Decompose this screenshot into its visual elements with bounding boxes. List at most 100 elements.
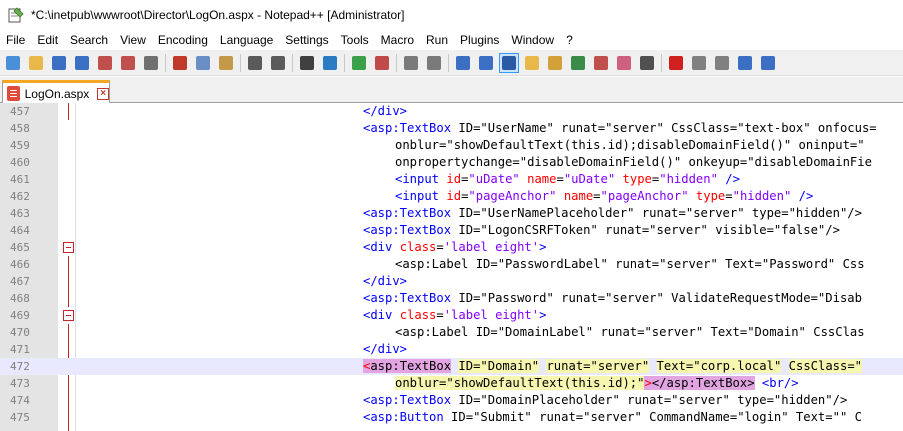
line-number: 475 bbox=[10, 411, 30, 424]
menu-search[interactable]: Search bbox=[64, 30, 114, 50]
print-icon bbox=[144, 55, 158, 70]
record-macro-icon bbox=[669, 55, 683, 70]
open-file-button[interactable] bbox=[26, 53, 46, 73]
record-macro-button[interactable] bbox=[666, 53, 686, 73]
menu-edit[interactable]: Edit bbox=[31, 30, 64, 50]
menu-macro[interactable]: Macro bbox=[375, 30, 420, 50]
undo-button[interactable] bbox=[245, 53, 265, 73]
sync-horizontal-button[interactable] bbox=[424, 53, 444, 73]
code-token: ID="Password" runat="server" ValidateReq… bbox=[451, 291, 862, 305]
menu-window[interactable]: Window bbox=[505, 30, 560, 50]
window-title: *C:\inetpub\wwwroot\Director\LogOn.aspx … bbox=[31, 8, 405, 22]
fold-toggle-icon[interactable] bbox=[63, 310, 74, 321]
menu-plugins[interactable]: Plugins bbox=[454, 30, 505, 50]
code-line[interactable]: 475 <asp:Button ID="Submit" runat="server… bbox=[0, 409, 903, 426]
line-number: 460 bbox=[10, 156, 30, 169]
code-token: <br/> bbox=[761, 376, 799, 390]
code-token: onblur="showDefaultText(this.id);" bbox=[395, 376, 645, 390]
monitoring-button[interactable] bbox=[614, 53, 634, 73]
code-text: <asp:Button ID="Submit" runat="server" C… bbox=[363, 409, 862, 426]
fold-toggle-icon[interactable] bbox=[63, 242, 74, 253]
menu-encoding[interactable]: Encoding bbox=[152, 30, 214, 50]
code-line[interactable]: 458 <asp:TextBox ID="UserName" runat="ser… bbox=[0, 120, 903, 137]
copy-button[interactable] bbox=[193, 53, 213, 73]
zoom-in-button[interactable] bbox=[349, 53, 369, 73]
code-token: <asp:TextBox bbox=[363, 393, 452, 407]
code-line[interactable]: 457 </div> bbox=[0, 103, 903, 120]
line-number: 469 bbox=[10, 309, 30, 322]
code-line[interactable]: 469 <div class='label eight'> bbox=[0, 307, 903, 324]
word-wrap-button[interactable] bbox=[453, 53, 473, 73]
code-editor[interactable]: 457 </div> 458 <asp:TextBox ID="UserName" r… bbox=[0, 103, 903, 431]
code-line[interactable]: 459 onblur="showDefaultText(this.id);disa… bbox=[0, 137, 903, 154]
run-multiple-macro-button[interactable] bbox=[735, 53, 755, 73]
notepad-plus-plus-app-icon bbox=[8, 7, 24, 23]
show-all-characters-button[interactable] bbox=[476, 53, 496, 73]
menu-run[interactable]: Run bbox=[420, 30, 454, 50]
folder-workspace-button[interactable] bbox=[591, 53, 611, 73]
code-token: ID="Domain" bbox=[458, 359, 540, 373]
menu-help[interactable]: ? bbox=[560, 30, 579, 50]
menu-language[interactable]: Language bbox=[214, 30, 279, 50]
code-line[interactable]: 462 <input id="pageAnchor" name="pageAnch… bbox=[0, 188, 903, 205]
close-tab-icon[interactable]: × bbox=[97, 87, 109, 100]
code-token: type bbox=[622, 172, 652, 186]
code-line[interactable]: 464 <asp:TextBox ID="LogonCSRFToken" runa… bbox=[0, 222, 903, 239]
zoom-out-button[interactable] bbox=[372, 53, 392, 73]
save-macro-button[interactable] bbox=[758, 53, 778, 73]
replace-button[interactable] bbox=[320, 53, 340, 73]
sync-vertical-icon bbox=[404, 55, 418, 70]
paste-button[interactable] bbox=[216, 53, 236, 73]
find-button[interactable] bbox=[297, 53, 317, 73]
line-number: 457 bbox=[10, 105, 30, 118]
menu-file[interactable]: File bbox=[0, 30, 31, 50]
close-file-button[interactable] bbox=[95, 53, 115, 73]
code-line[interactable]: 474 <asp:TextBox ID="DomainPlaceholder" r… bbox=[0, 392, 903, 409]
code-line[interactable]: 460 onpropertychange="disableDomainField(… bbox=[0, 154, 903, 171]
menu-settings[interactable]: Settings bbox=[279, 30, 334, 50]
document-map-button[interactable] bbox=[545, 53, 565, 73]
user-language-button[interactable] bbox=[522, 53, 542, 73]
copy-icon bbox=[196, 55, 210, 70]
close-all-icon bbox=[121, 55, 135, 70]
sync-vertical-button[interactable] bbox=[401, 53, 421, 73]
print-button[interactable] bbox=[141, 53, 161, 73]
code-token: name bbox=[563, 189, 594, 203]
line-number: 461 bbox=[10, 173, 30, 186]
save-button[interactable] bbox=[49, 53, 69, 73]
code-text: <asp:TextBox ID="LogonCSRFToken" runat="… bbox=[363, 222, 840, 239]
cut-button[interactable] bbox=[170, 53, 190, 73]
code-token: ID="UserNamePlaceholder" runat="server" … bbox=[451, 206, 862, 220]
code-token: id bbox=[446, 172, 462, 186]
play-macro-button[interactable] bbox=[712, 53, 732, 73]
code-line[interactable]: 473 onblur="showDefaultText(this.id);"></… bbox=[0, 375, 903, 392]
code-line[interactable]: 466 <asp:Label ID="PasswordLabel" runat="… bbox=[0, 256, 903, 273]
menu-tools[interactable]: Tools bbox=[335, 30, 375, 50]
menu-view[interactable]: View bbox=[114, 30, 152, 50]
redo-button[interactable] bbox=[268, 53, 288, 73]
stop-macro-button[interactable] bbox=[689, 53, 709, 73]
code-line[interactable]: 465 <div class='label eight'> bbox=[0, 239, 903, 256]
code-token: > bbox=[539, 240, 547, 254]
current-code-line[interactable]: 472 <asp:TextBox ID="Domain" runat="serve… bbox=[0, 358, 903, 375]
monitoring-icon bbox=[617, 55, 631, 70]
code-text: <asp:Label ID="PasswordLabel" runat="ser… bbox=[395, 256, 865, 273]
code-token: "hidden" bbox=[659, 172, 718, 186]
code-line[interactable]: 471 </div> bbox=[0, 341, 903, 358]
indent-guide-button[interactable] bbox=[499, 52, 519, 73]
tab-logon-aspx[interactable]: LogOn.aspx × bbox=[2, 80, 110, 104]
new-file-button[interactable] bbox=[3, 53, 23, 73]
save-all-button[interactable] bbox=[72, 53, 92, 73]
eye-button[interactable] bbox=[637, 53, 657, 73]
indent-guide-icon bbox=[502, 55, 516, 70]
code-line[interactable]: 468 <asp:TextBox ID="Password" runat="ser… bbox=[0, 290, 903, 307]
close-all-button[interactable] bbox=[118, 53, 138, 73]
code-token: <input bbox=[395, 189, 447, 203]
function-list-button[interactable] bbox=[568, 53, 588, 73]
code-line[interactable]: 461 <input id="uDate" name="uDate" type="… bbox=[0, 171, 903, 188]
code-line[interactable]: 463 <asp:TextBox ID="UserNamePlaceholder"… bbox=[0, 205, 903, 222]
code-line[interactable]: 470 <asp:Label ID="DomainLabel" runat="se… bbox=[0, 324, 903, 341]
code-line[interactable]: 467 </div> bbox=[0, 273, 903, 290]
code-token: id bbox=[446, 189, 462, 203]
